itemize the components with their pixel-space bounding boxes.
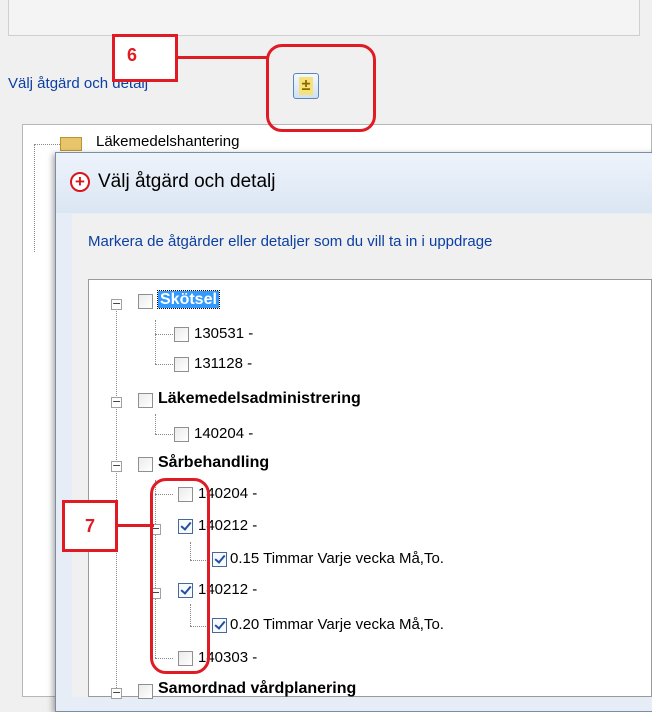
tree-checkbox-checked[interactable] xyxy=(212,618,227,633)
tree-item-label[interactable]: Läkemedelsadministrering xyxy=(158,390,361,408)
tree-connector xyxy=(155,364,173,365)
tree-connector xyxy=(155,334,173,335)
tree-checkbox[interactable] xyxy=(138,294,153,309)
callout-6: 6 xyxy=(112,34,178,82)
tree-checkbox[interactable] xyxy=(138,457,153,472)
tree-item-label[interactable]: Samordnad vårdplanering xyxy=(158,680,356,698)
tree-item-label[interactable]: 0.20 Timmar Varje vecka Må,To. xyxy=(230,616,444,633)
tree-connector xyxy=(34,144,60,145)
folder-icon xyxy=(60,137,82,151)
tree-item-label[interactable]: 140204 - xyxy=(194,425,253,442)
tree-checkbox[interactable] xyxy=(174,427,189,442)
tree-connector xyxy=(155,434,173,435)
tree-connector xyxy=(155,414,156,434)
collapse-expander[interactable]: − xyxy=(111,687,122,699)
callout-7: 7 xyxy=(62,500,118,552)
tree-connector xyxy=(116,304,117,694)
callout-ring xyxy=(150,478,210,674)
dialog-title: Välj åtgärd och detalj xyxy=(98,171,276,192)
tree-checkbox[interactable] xyxy=(138,393,153,408)
tree-connector xyxy=(155,320,156,364)
tree-item-label[interactable]: Sårbehandling xyxy=(158,454,269,472)
collapse-expander[interactable]: − xyxy=(111,298,122,310)
tree-item-label[interactable]: 130531 - xyxy=(194,325,253,342)
tree-item-label[interactable]: 131128 - xyxy=(194,355,252,372)
collapse-expander[interactable]: − xyxy=(111,396,122,408)
tree-item-label: Läkemedelshantering xyxy=(96,133,240,150)
collapse-expander[interactable]: − xyxy=(111,460,122,472)
callout-connector xyxy=(178,56,268,59)
top-panel xyxy=(8,0,640,36)
callout-ring xyxy=(266,44,376,132)
tree-connector xyxy=(34,144,35,252)
add-circle-icon: + xyxy=(70,172,90,192)
tree-checkbox-checked[interactable] xyxy=(212,552,227,567)
tree-checkbox[interactable] xyxy=(174,327,189,342)
callout-connector xyxy=(118,524,154,527)
tree-item-label[interactable]: 0.15 Timmar Varje vecka Må,To. xyxy=(230,550,444,567)
dialog-instruction: Markera de åtgärder eller detaljer som d… xyxy=(88,233,493,250)
tree-checkbox[interactable] xyxy=(174,357,189,372)
tree-item-label[interactable]: Skötsel xyxy=(157,290,220,309)
